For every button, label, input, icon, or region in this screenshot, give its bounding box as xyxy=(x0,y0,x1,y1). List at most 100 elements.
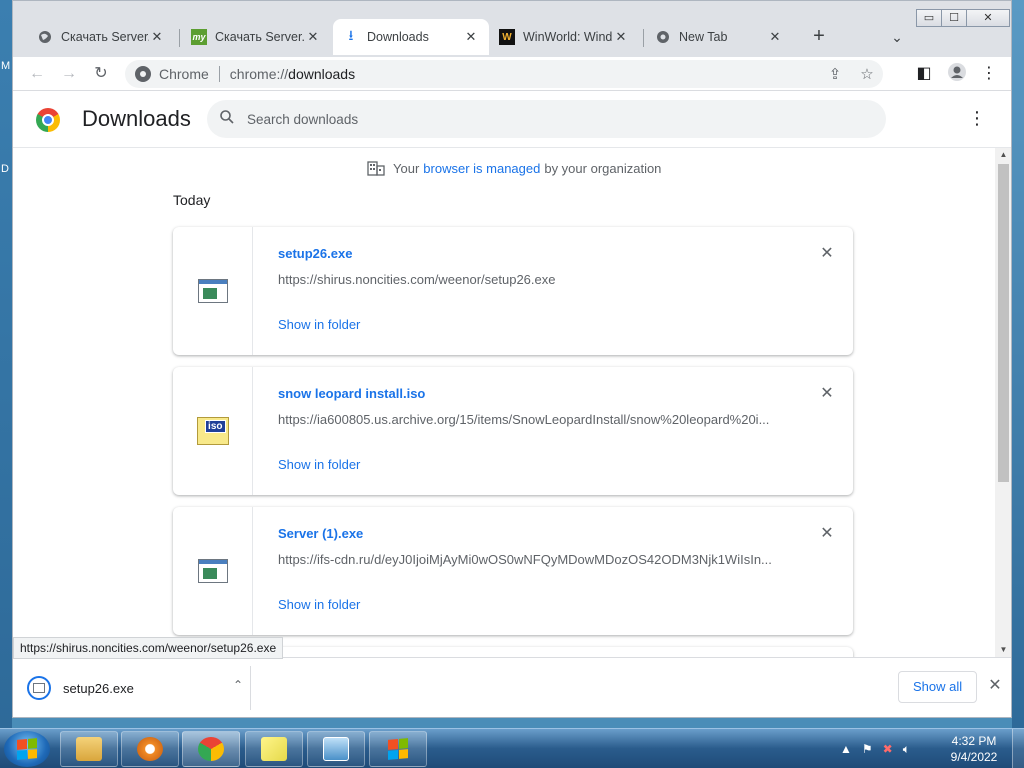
file-icon-column xyxy=(173,227,253,355)
managed-link[interactable]: browser is managed xyxy=(423,161,540,176)
browser-menu-icon[interactable]: ⋮ xyxy=(977,62,1001,86)
taskbar-media-player-button[interactable] xyxy=(121,731,179,767)
remove-download-close-icon[interactable]: ✕ xyxy=(817,384,837,404)
tab-winworld[interactable]: W WinWorld: Wind ✕ xyxy=(489,21,639,53)
side-panel-icon[interactable]: ◧ xyxy=(912,62,936,86)
chrome-logo-icon xyxy=(36,108,60,132)
bookmark-star-icon[interactable]: ☆ xyxy=(851,65,883,83)
chrome-window: Скачать Server.e ✕ my Скачать Server.e ✕… xyxy=(12,0,1012,718)
tab-downloads[interactable]: ⭳ Downloads ✕ xyxy=(333,19,489,55)
chrome-icon xyxy=(655,29,671,45)
remove-download-close-icon[interactable]: ✕ xyxy=(817,244,837,264)
sticky-notes-icon xyxy=(261,737,287,761)
scroll-down-arrow-icon[interactable]: ▼ xyxy=(995,643,1011,657)
tab-new-tab[interactable]: New Tab ✕ xyxy=(645,21,793,53)
download-item: iso snow leopard install.iso https://ia6… xyxy=(173,367,853,495)
desktop-icon-label: M xyxy=(1,60,11,72)
reload-button[interactable]: ↻ xyxy=(89,62,113,86)
minimize-button[interactable]: ▭ xyxy=(916,9,942,27)
download-file-name[interactable]: snow leopard install.iso xyxy=(278,386,425,401)
back-button[interactable]: ← xyxy=(25,62,49,86)
tab-server-download-1[interactable]: Скачать Server.e ✕ xyxy=(27,21,175,53)
search-input[interactable] xyxy=(247,111,886,127)
tab-close-icon[interactable]: ✕ xyxy=(767,29,783,45)
downloads-header: Downloads ⋮ xyxy=(13,92,1011,148)
download-shelf: setup26.exe ⌃ Show all ✕ xyxy=(13,657,1011,717)
tab-close-icon[interactable]: ✕ xyxy=(613,29,629,45)
tab-separator xyxy=(179,29,180,47)
folder-icon xyxy=(76,737,102,761)
date-section-heading: Today xyxy=(173,192,211,208)
windows-update-icon xyxy=(388,738,408,760)
address-bar[interactable]: Chrome chrome:// downloads ⇪ ☆ xyxy=(125,60,883,88)
volume-icon[interactable]: 🔈︎ xyxy=(903,742,910,757)
profile-avatar[interactable] xyxy=(945,62,969,86)
clock-time: 4:32 PM xyxy=(951,734,997,748)
show-in-folder-link[interactable]: Show in folder xyxy=(278,597,360,612)
remove-download-close-icon[interactable]: ✕ xyxy=(817,524,837,544)
maximize-button[interactable]: ☐ xyxy=(941,9,967,27)
shelf-item-menu-chevron-icon[interactable]: ⌃ xyxy=(233,678,243,692)
download-source-url: https://ifs-cdn.ru/d/eyJ0IjoiMjAyMi0wOS0… xyxy=(278,552,772,567)
tab-close-icon[interactable]: ✕ xyxy=(149,29,165,45)
omnibox-label: Chrome xyxy=(159,66,209,82)
share-icon[interactable]: ⇪ xyxy=(819,65,851,83)
url-host: downloads xyxy=(288,66,356,82)
search-icon xyxy=(207,109,247,130)
desktop-icon-label: D xyxy=(1,163,9,175)
tab-separator xyxy=(643,29,644,47)
show-in-folder-link[interactable]: Show in folder xyxy=(278,457,360,472)
media-player-icon xyxy=(137,737,163,761)
exe-file-icon xyxy=(197,559,228,583)
taskbar-chrome-button[interactable] xyxy=(182,731,240,767)
windows-taskbar: ▲ ⚑ ✖ 🔈︎ 4:32 PM 9/4/2022 xyxy=(0,728,1024,768)
network-error-icon[interactable]: ✖ xyxy=(883,742,893,756)
download-file-name[interactable]: setup26.exe xyxy=(278,246,352,261)
show-desktop-button[interactable] xyxy=(1012,729,1024,768)
taskbar-windows-update-button[interactable] xyxy=(369,731,427,767)
close-window-button[interactable]: ✕ xyxy=(966,9,1010,27)
tab-search-chevron-icon[interactable]: ⌄ xyxy=(885,25,909,49)
taskbar-sticky-notes-button[interactable] xyxy=(245,731,303,767)
show-in-folder-link[interactable]: Show in folder xyxy=(278,317,360,332)
managed-suffix: by your organization xyxy=(544,160,662,176)
globe-icon xyxy=(37,29,53,45)
new-tab-button[interactable]: + xyxy=(807,25,831,49)
taskbar-explorer-button[interactable] xyxy=(60,731,118,767)
tab-close-icon[interactable]: ✕ xyxy=(305,29,321,45)
chrome-icon xyxy=(135,66,151,82)
shelf-download-item[interactable]: setup26.exe ⌃ xyxy=(27,672,251,704)
desktop-strip-left: M D xyxy=(0,0,12,728)
taskbar-remote-desktop-button[interactable] xyxy=(307,731,365,767)
show-all-button[interactable]: Show all xyxy=(898,671,978,703)
shelf-separator xyxy=(250,666,251,710)
download-item: Server (1).exe https://ifs-cdn.ru/d/eyJ0… xyxy=(173,507,853,635)
search-downloads-box[interactable] xyxy=(207,100,886,138)
taskbar-clock[interactable]: 4:32 PM 9/4/2022 xyxy=(944,733,1004,765)
action-center-flag-icon[interactable]: ⚑ xyxy=(862,742,873,756)
downloads-page: Downloads ⋮ Your browser is managed by y… xyxy=(13,92,1011,657)
page-scrollbar[interactable]: ▲ ▼ xyxy=(995,148,1011,657)
link-status-bubble: https://shirus.noncities.com/weenor/setu… xyxy=(13,637,284,659)
browser-toolbar: ← → ↻ Chrome chrome:// downloads ⇪ ☆ ◧ ⋮ xyxy=(13,57,1011,91)
tab-strip: Скачать Server.e ✕ my Скачать Server.e ✕… xyxy=(13,1,1011,57)
download-complete-icon xyxy=(27,676,51,700)
tab-close-icon[interactable]: ✕ xyxy=(463,29,479,45)
url-scheme: chrome:// xyxy=(229,66,289,82)
window-controls: ▭ ☐ ✕ xyxy=(916,9,1010,27)
managed-notice: Your browser is managed by your organiza… xyxy=(367,160,661,176)
download-source-url: https://ia600805.us.archive.org/15/items… xyxy=(278,412,770,427)
more-actions-icon[interactable]: ⋮ xyxy=(965,106,989,130)
page-title: Downloads xyxy=(82,106,191,131)
download-file-name[interactable]: Server (1).exe xyxy=(278,526,363,541)
tab-title: Скачать Server.e xyxy=(215,30,305,44)
close-shelf-icon[interactable]: ✕ xyxy=(983,674,1007,698)
tray-overflow-chevron-icon[interactable]: ▲ xyxy=(840,742,852,756)
scrollbar-thumb[interactable] xyxy=(998,164,1009,482)
forward-button[interactable]: → xyxy=(57,62,81,86)
tab-server-download-2[interactable]: my Скачать Server.e ✕ xyxy=(181,21,331,53)
start-button[interactable] xyxy=(4,731,50,767)
iso-file-icon: iso xyxy=(196,417,229,445)
scroll-up-arrow-icon[interactable]: ▲ xyxy=(995,148,1011,162)
omnibox-separator xyxy=(218,66,220,82)
